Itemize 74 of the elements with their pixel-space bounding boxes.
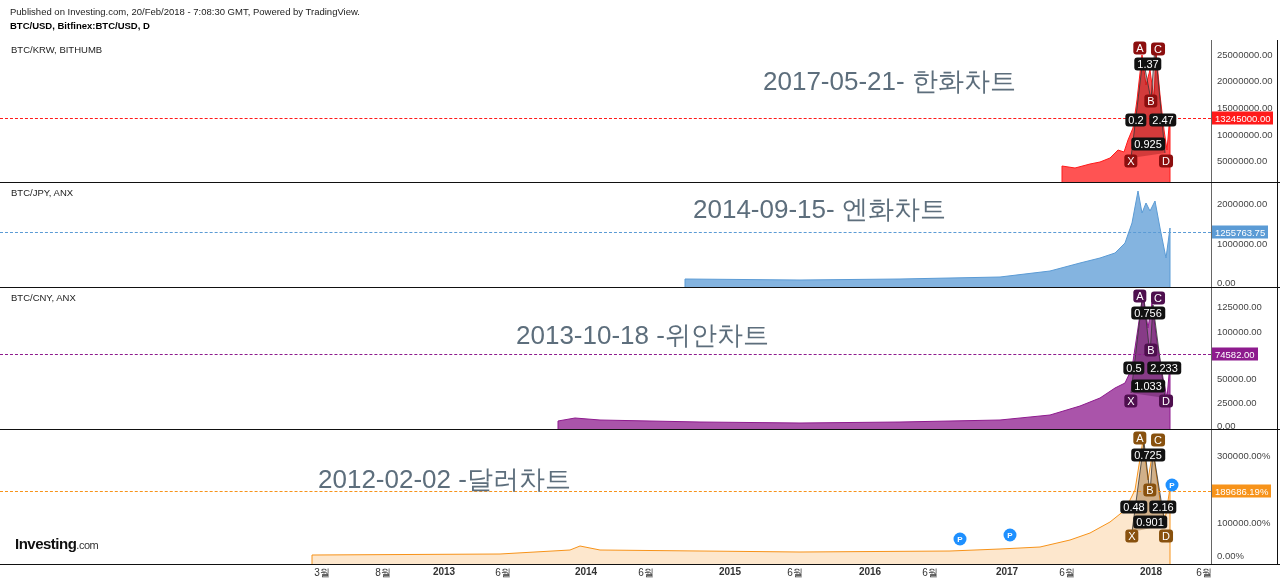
ratio-label: 0.756 [1131, 306, 1165, 320]
ratio-label: 0.901 [1133, 515, 1167, 529]
axis-tick-label: 0.00 [1217, 419, 1236, 431]
investing-logo: Investing.com [15, 535, 99, 552]
ratio-label: 1.37 [1134, 57, 1162, 71]
pattern-point-label: C [1151, 42, 1165, 56]
time-axis-label: 2015 [718, 566, 742, 577]
ratio-label: 2.233 [1147, 361, 1181, 375]
marker-badge[interactable]: P [1165, 478, 1179, 492]
axis-tick-label: 1000000.00 [1217, 237, 1268, 249]
time-axis-label: 6월 [1196, 566, 1212, 580]
pane-title: BTC/KRW, BITHUMB [11, 44, 103, 55]
ratio-label: 0.5 [1123, 361, 1145, 375]
axis-tick-label: 15000000.00 [1217, 101, 1273, 113]
marker-badge[interactable]: P [1003, 528, 1017, 542]
pattern-point-label: D [1159, 394, 1173, 408]
pane-title: BTC/JPY, ANX [11, 187, 74, 198]
pattern-point-label: D [1159, 529, 1173, 543]
axis-tick-label: 300000.00% [1217, 449, 1271, 461]
ratio-label: 0.925 [1131, 137, 1165, 151]
axis-tick-label: 125000.00 [1217, 300, 1262, 312]
time-axis-label: 6월 [922, 566, 938, 580]
ratio-label: 0.2 [1125, 113, 1147, 127]
axis-tick-label: 25000000.00 [1217, 48, 1273, 60]
chart-annotation: 2014-09-15- 엔화차트 [693, 193, 946, 226]
time-axis-label: 6월 [787, 566, 803, 580]
time-axis-label: 3월 [314, 566, 330, 580]
pattern-point-label: X [1125, 529, 1139, 543]
time-axis-label: 8월 [375, 566, 391, 580]
pattern-point-label: B [1143, 483, 1157, 497]
chart-annotation: 2012-02-02 -달러차트 [318, 463, 571, 496]
pattern-point-label: B [1144, 343, 1158, 357]
price-tag: 13245000.00 [1212, 111, 1274, 125]
chart-annotation: 2017-05-21- 한화차트 [763, 65, 1016, 98]
symbol-title: BTC/USD, Bitfinex:BTC/USD, D [10, 20, 151, 31]
time-axis-label: 6월 [495, 566, 511, 580]
price-tag: 1255763.75 [1212, 225, 1269, 239]
published-note: Published on Investing.com, 20/Feb/2018 - 7:08:30 GMT, Powered by TradingView. [10, 6, 361, 17]
pattern-point-label: C [1151, 433, 1165, 447]
time-axis-label: 2013 [432, 566, 456, 577]
axis-tick-label: 50000.00 [1217, 372, 1257, 384]
marker-badge[interactable]: P [953, 532, 967, 546]
pattern-point-label: B [1144, 94, 1158, 108]
axis-tick-label: 100000.00 [1217, 325, 1262, 337]
axis-tick-label: 2000000.00 [1217, 197, 1268, 209]
time-axis-label: 2014 [574, 566, 598, 577]
price-tag: 74582.00 [1212, 347, 1258, 361]
ratio-label: 0.48 [1120, 500, 1148, 514]
ratio-label: 2.16 [1149, 500, 1177, 514]
time-axis-label: 6월 [638, 566, 654, 580]
pattern-point-label: C [1151, 291, 1165, 305]
chart-annotation: 2013-10-18 -위안차트 [516, 319, 769, 352]
pattern-point-label: A [1133, 41, 1147, 55]
axis-tick-label: 0.00 [1217, 276, 1236, 288]
time-axis-label: 2017 [995, 566, 1019, 577]
pattern-point-label: A [1133, 431, 1147, 445]
ratio-label: 0.725 [1131, 448, 1165, 462]
time-axis-label: 6월 [1059, 566, 1075, 580]
axis-tick-label: 5000000.00 [1217, 154, 1268, 166]
axis-tick-label: 10000000.00 [1217, 128, 1273, 140]
axis-tick-label: 20000000.00 [1217, 74, 1273, 86]
ratio-label: 2.47 [1149, 113, 1177, 127]
axis-tick-label: 25000.00 [1217, 396, 1257, 408]
pattern-point-label: X [1124, 394, 1138, 408]
pattern-point-label: A [1133, 289, 1147, 303]
pattern-point-label: X [1124, 154, 1138, 168]
price-tag: 189686.19% [1212, 484, 1272, 498]
time-axis-label: 2018 [1139, 566, 1163, 577]
pattern-point-label: D [1159, 154, 1173, 168]
axis-tick-label: 0.00% [1217, 549, 1244, 561]
pane-title: BTC/CNY, ANX [11, 292, 76, 303]
ratio-label: 1.033 [1131, 379, 1165, 393]
axis-tick-label: 100000.00% [1217, 516, 1271, 528]
time-axis-label: 2016 [858, 566, 882, 577]
